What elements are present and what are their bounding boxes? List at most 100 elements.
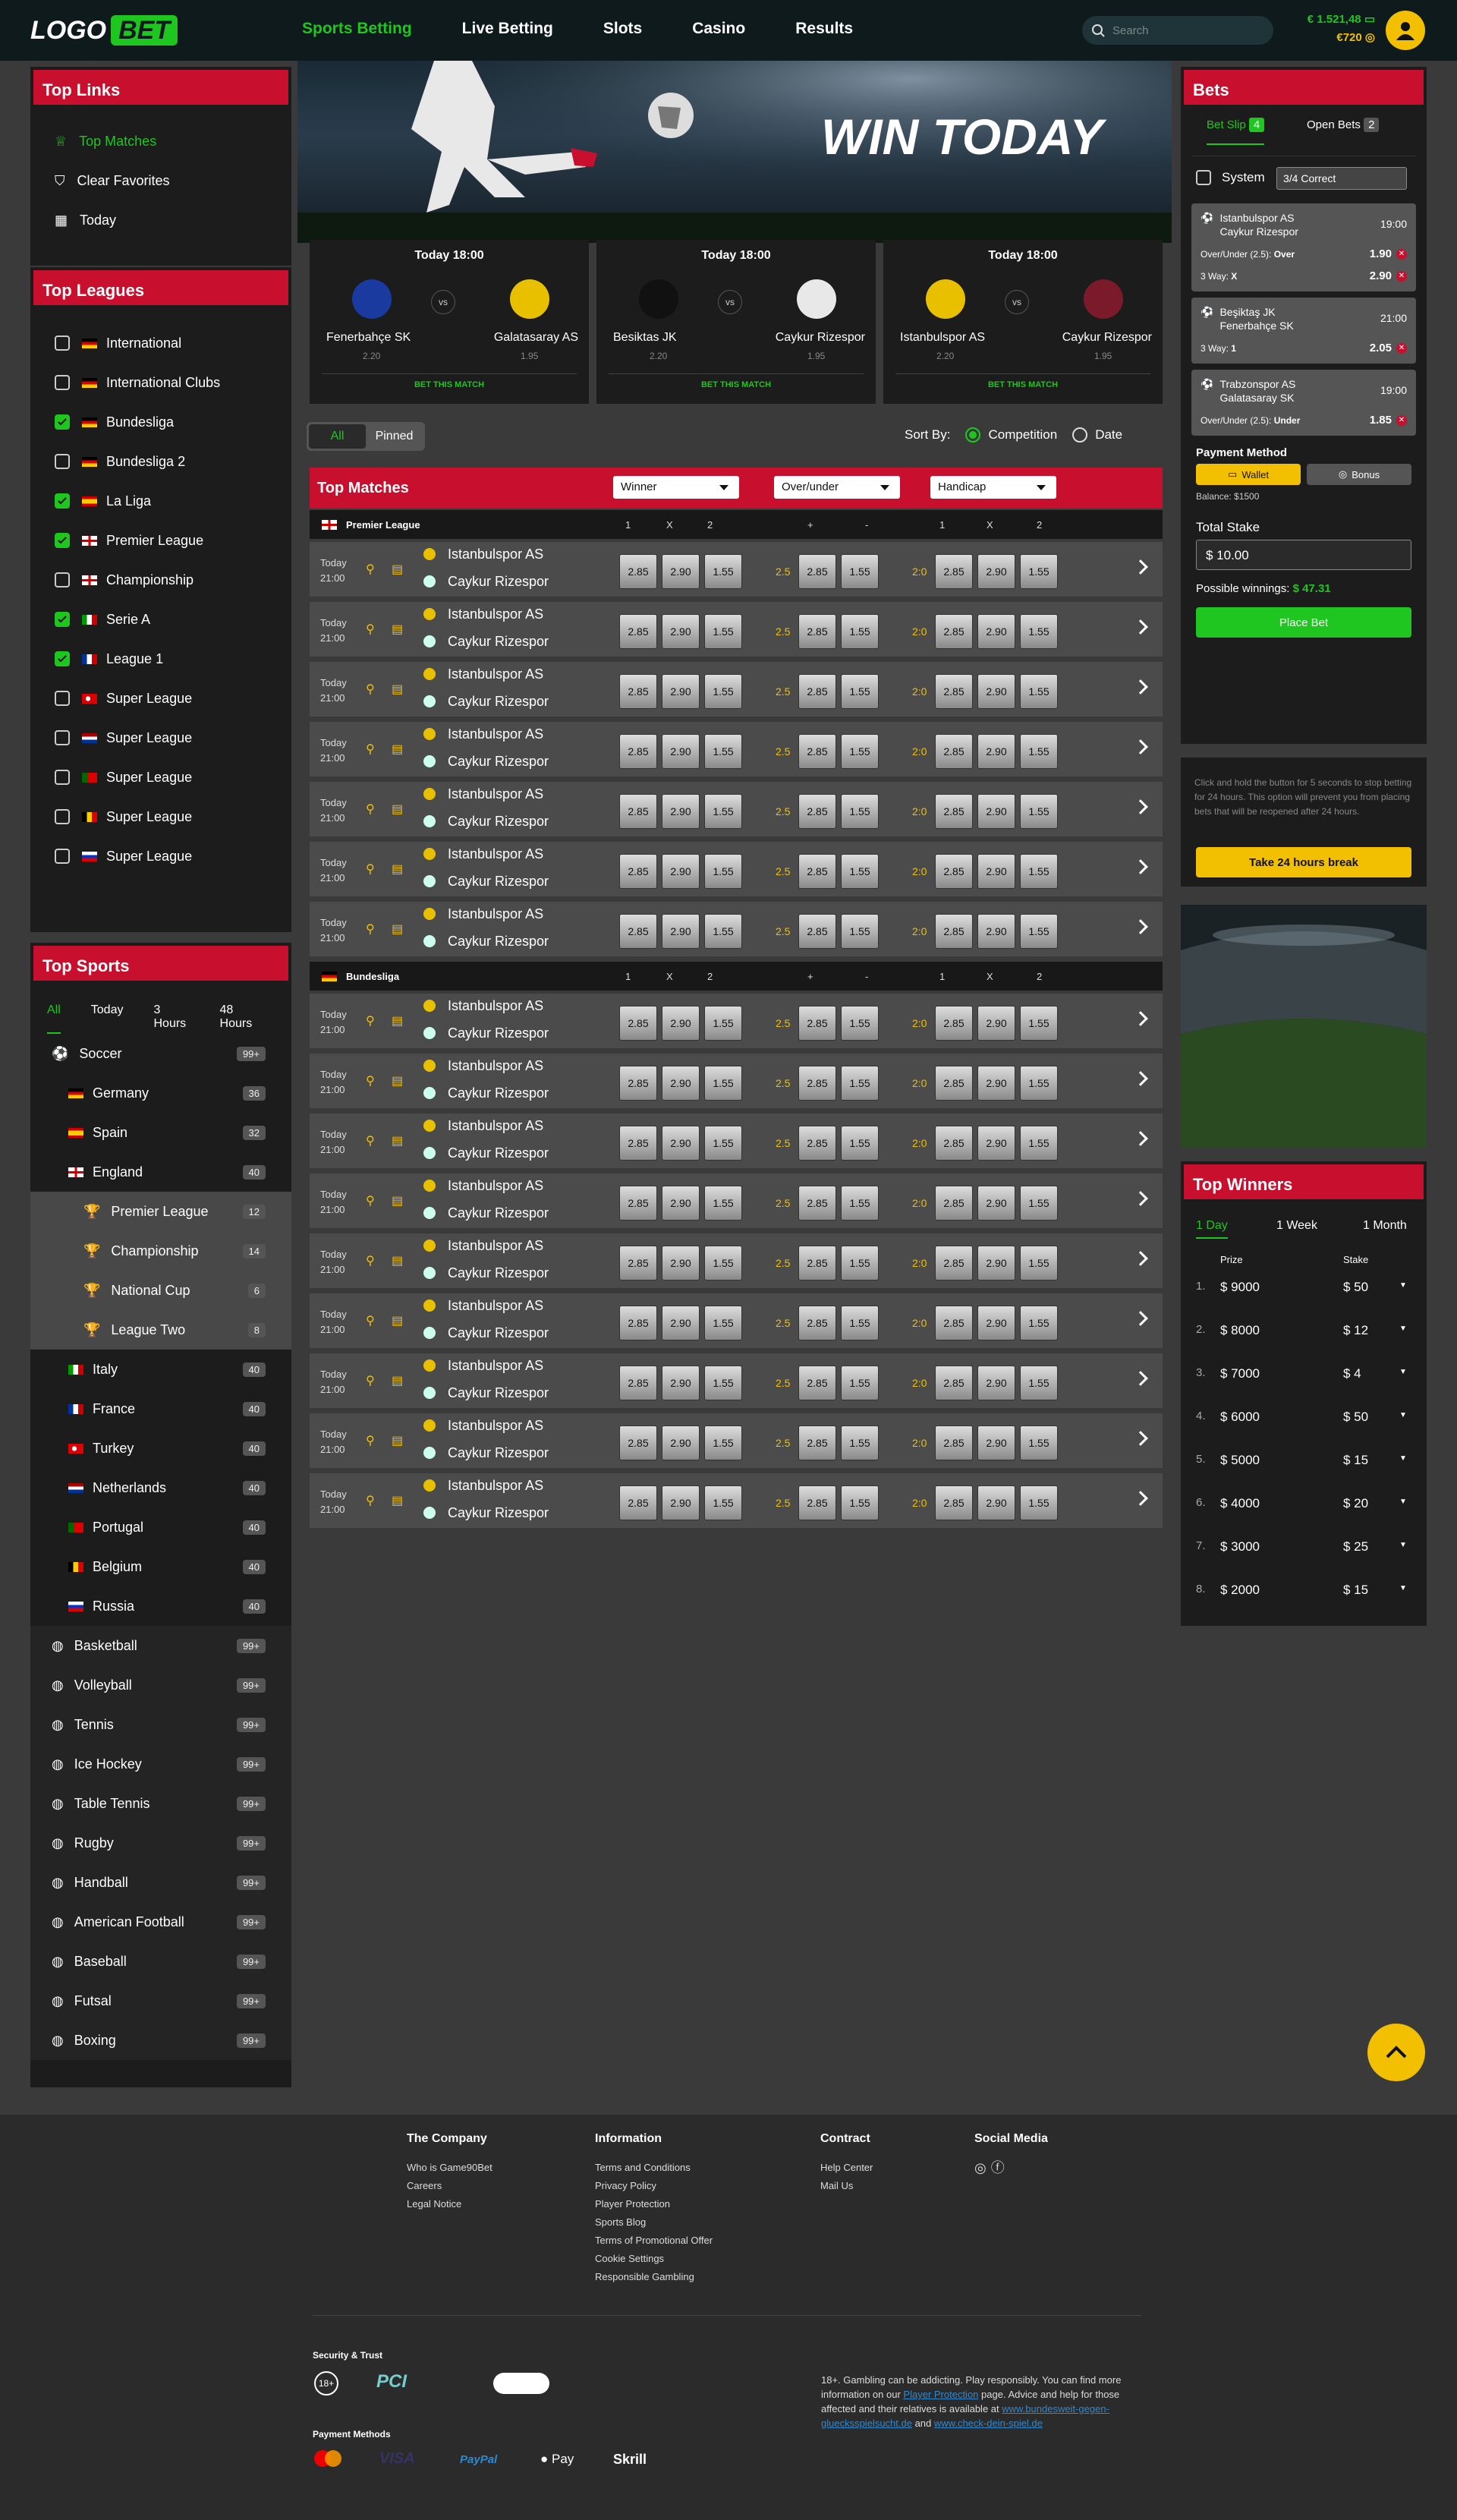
remove-bet-icon[interactable]: ✕	[1396, 342, 1407, 354]
remove-bet-icon[interactable]: ✕	[1396, 270, 1407, 282]
sub-league-item[interactable]: 🏆 National Cup 6	[30, 1271, 291, 1310]
match-row[interactable]: Today 21:00 ⚲ ▤ Istanbulspor AS Caykur Rizesp…	[310, 1413, 1163, 1468]
bet-this-match-button[interactable]: BET THIS MATCH	[895, 373, 1150, 389]
odds-button[interactable]: 2.85	[619, 1306, 657, 1340]
take-break-button[interactable]: Take 24 hours break	[1196, 847, 1411, 877]
pin-icon[interactable]: ⚲	[366, 921, 375, 937]
stats-icon[interactable]: ▤	[392, 1493, 403, 1508]
odds-button[interactable]: 2.85	[619, 794, 657, 829]
sport-item[interactable]: ◍ Rugby 99+	[30, 1823, 291, 1863]
country-item[interactable]: Belgium 40	[30, 1547, 291, 1586]
chevron-down-icon[interactable]: ▼	[1399, 1325, 1407, 1333]
stats-icon[interactable]: ▤	[392, 622, 403, 637]
league-item[interactable]: Super League	[30, 797, 291, 836]
odds-button[interactable]: 1.55	[1020, 1006, 1058, 1041]
tab-today[interactable]: Today	[91, 1003, 124, 1034]
odds-button[interactable]: 2.85	[798, 674, 836, 709]
odds-button[interactable]: 1.55	[841, 854, 879, 889]
odds-button[interactable]: 2.85	[798, 614, 836, 649]
stats-icon[interactable]: ▤	[392, 1193, 403, 1208]
league-item[interactable]: Serie A	[30, 600, 291, 639]
odds-button[interactable]: 2.85	[935, 1246, 973, 1280]
match-row[interactable]: Today 21:00 ⚲ ▤ Istanbulspor AS Caykur Rizesp…	[310, 842, 1163, 896]
featured-match-card[interactable]: Today 18:00 vs Besiktas JK Caykur Rizespor 2…	[596, 240, 876, 404]
match-row[interactable]: Today 21:00 ⚲ ▤ Istanbulspor AS Caykur Rizesp…	[310, 1054, 1163, 1108]
chevron-down-icon[interactable]: ▼	[1399, 1584, 1407, 1592]
odds-button[interactable]: 1.55	[704, 614, 742, 649]
over-under-dropdown[interactable]: Over/under	[774, 476, 900, 499]
odds-button[interactable]: 2.90	[977, 674, 1015, 709]
odds-button[interactable]: 2.85	[935, 914, 973, 949]
odds-button[interactable]: 2.85	[798, 1425, 836, 1460]
odds-button[interactable]: 1.55	[704, 1006, 742, 1041]
odds-button[interactable]: 1.55	[841, 1485, 879, 1520]
country-item[interactable]: Germany 36	[30, 1073, 291, 1113]
stats-icon[interactable]: ▤	[392, 1433, 403, 1448]
chevron-right-icon[interactable]	[1133, 1011, 1148, 1026]
pin-icon[interactable]: ⚲	[366, 1193, 375, 1208]
odds-button[interactable]: 1.55	[1020, 674, 1058, 709]
tab-1-month[interactable]: 1 Month	[1363, 1219, 1407, 1233]
odds-button[interactable]: 2.90	[662, 1186, 700, 1221]
odds-button[interactable]: 1.55	[841, 1366, 879, 1400]
stake-input[interactable]: $ 10.00	[1196, 540, 1411, 570]
match-row[interactable]: Today 21:00 ⚲ ▤ Istanbulspor AS Caykur Rizesp…	[310, 1293, 1163, 1348]
footer-link[interactable]: Sports Blog	[595, 2213, 713, 2232]
odds-button[interactable]: 1.55	[841, 1246, 879, 1280]
remove-bet-icon[interactable]: ✕	[1396, 414, 1407, 426]
tab-all[interactable]: All	[47, 1003, 61, 1034]
odds-button[interactable]: 2.85	[619, 674, 657, 709]
tab-open-bets[interactable]: Open Bets 2	[1307, 118, 1380, 132]
pin-icon[interactable]: ⚲	[366, 622, 375, 637]
odds-button[interactable]: 2.85	[935, 854, 973, 889]
sport-item[interactable]: ◍ Tennis 99+	[30, 1705, 291, 1744]
odds-button[interactable]: 2.90	[977, 794, 1015, 829]
wallet-button[interactable]: ▭ Wallet	[1196, 464, 1301, 485]
sport-soccer[interactable]: ⚽ Soccer 99+	[30, 1034, 291, 1073]
odds-button[interactable]: 2.90	[977, 1006, 1015, 1041]
footer-link[interactable]: Terms and Conditions	[595, 2159, 713, 2177]
chevron-right-icon[interactable]	[1133, 739, 1148, 754]
remove-bet-icon[interactable]: ✕	[1396, 248, 1407, 260]
stats-icon[interactable]: ▤	[392, 742, 403, 757]
odds-button[interactable]: 2.90	[662, 854, 700, 889]
odds-button[interactable]: 2.85	[798, 554, 836, 589]
odds-button[interactable]: 2.85	[619, 1485, 657, 1520]
pin-icon[interactable]: ⚲	[366, 1313, 375, 1328]
odds-button[interactable]: 2.85	[619, 1006, 657, 1041]
winner-dropdown[interactable]: Winner	[613, 476, 739, 499]
league-checkbox[interactable]	[55, 691, 70, 706]
odds-button[interactable]: 2.90	[977, 914, 1015, 949]
odds-button[interactable]: 2.85	[798, 1366, 836, 1400]
match-row[interactable]: Today 21:00 ⚲ ▤ Istanbulspor AS Caykur Rizesp…	[310, 782, 1163, 836]
sport-item[interactable]: ◍ Basketball 99+	[30, 1626, 291, 1665]
nav-casino[interactable]: Casino	[692, 20, 745, 38]
pin-icon[interactable]: ⚲	[366, 1433, 375, 1448]
match-row[interactable]: Today 21:00 ⚲ ▤ Istanbulspor AS Caykur Rizesp…	[310, 1173, 1163, 1228]
odds-button[interactable]: 1.55	[841, 914, 879, 949]
sub-league-item[interactable]: 🏆 League Two 8	[30, 1310, 291, 1350]
odds-button[interactable]: 1.55	[704, 794, 742, 829]
odds-button[interactable]: 1.55	[1020, 1186, 1058, 1221]
wallet-icon[interactable]: ▭	[1364, 13, 1375, 26]
odds-button[interactable]: 2.90	[977, 554, 1015, 589]
odds-button[interactable]: 2.85	[619, 1066, 657, 1101]
system-checkbox[interactable]	[1196, 170, 1211, 185]
filter-all[interactable]: All	[309, 424, 366, 449]
odds-button[interactable]: 2.90	[977, 1186, 1015, 1221]
pin-icon[interactable]: ⚲	[366, 1133, 375, 1148]
odds-button[interactable]: 2.85	[798, 794, 836, 829]
odds-button[interactable]: 1.55	[1020, 1246, 1058, 1280]
odds-button[interactable]: 1.55	[841, 794, 879, 829]
tab-3-hours[interactable]: 3 Hours	[153, 1003, 189, 1034]
odds-button[interactable]: 2.90	[977, 1246, 1015, 1280]
league-checkbox[interactable]	[55, 335, 70, 351]
odds-button[interactable]: 1.55	[1020, 554, 1058, 589]
odds-button[interactable]: 1.55	[704, 674, 742, 709]
nav-live-betting[interactable]: Live Betting	[462, 20, 553, 38]
scroll-top-button[interactable]	[1367, 2024, 1425, 2081]
match-row[interactable]: Today 21:00 ⚲ ▤ Istanbulspor AS Caykur Rizesp…	[310, 1473, 1163, 1528]
odds-button[interactable]: 2.85	[798, 1126, 836, 1161]
match-row[interactable]: Today 21:00 ⚲ ▤ Istanbulspor AS Caykur Rizesp…	[310, 722, 1163, 776]
nav-sports-betting[interactable]: Sports Betting	[302, 20, 412, 38]
